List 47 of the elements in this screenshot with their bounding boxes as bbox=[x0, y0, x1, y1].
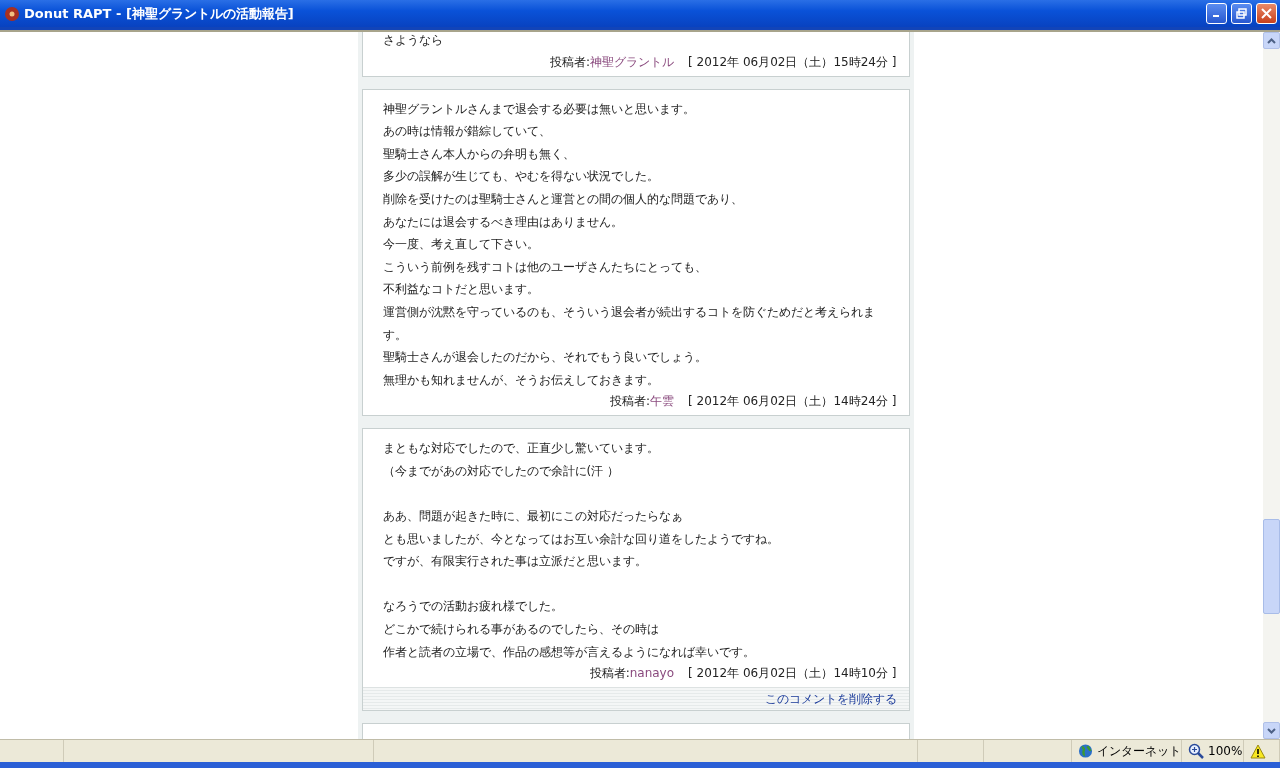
comment-text: 作者と読者の立場で、作品の感想等が言えるようになれば幸いです。 bbox=[382, 643, 756, 661]
author-link[interactable]: 神聖グラントル bbox=[590, 51, 675, 72]
comment-text: ですが、有限実行された事は立派だと思います。 bbox=[382, 553, 648, 571]
author-label: 投稿者: bbox=[610, 393, 651, 411]
scroll-up-button[interactable] bbox=[1263, 32, 1280, 49]
comment-text: 聖騎士さんが退会したのだから、それでもう良いでしょう。 bbox=[382, 349, 708, 367]
post-timestamp: [ 2012年 06月02日（土）15時24分 ] bbox=[688, 53, 897, 71]
minimize-button[interactable] bbox=[1206, 3, 1227, 24]
close-icon bbox=[1261, 8, 1272, 19]
comment-text: どこかで続けられる事があるのでしたら、その時は bbox=[382, 621, 660, 639]
comment-text: 聖騎士さん本人からの弁明も無く、 bbox=[382, 145, 576, 163]
scroll-down-button[interactable] bbox=[1263, 722, 1280, 739]
comment-text: ああ、問題が起きた時に、最初にこの対応だったらなぁ bbox=[382, 508, 684, 526]
comment-text: 無理かも知れませんが、そうお伝えしておきます。 bbox=[382, 371, 660, 389]
restore-icon bbox=[1236, 8, 1247, 19]
zoom-icon[interactable] bbox=[1188, 743, 1204, 759]
scroll-thumb[interactable] bbox=[1263, 519, 1280, 614]
comment-text: なろうでの活動お疲れ様でした。 bbox=[382, 598, 564, 616]
author-label: 投稿者: bbox=[589, 665, 630, 683]
delete-comment-link[interactable]: このコメントを削除する bbox=[764, 690, 897, 708]
author-link[interactable]: nanayo bbox=[629, 663, 675, 684]
comment-text: 運営側が沈黙を守っているのも、そういう退会者が続出するコトを防ぐためだと考えられます。 bbox=[382, 303, 876, 344]
comment-text: さようなら bbox=[382, 32, 444, 49]
scrollbar[interactable] bbox=[1263, 32, 1280, 739]
comment-text: まともな対応でしたので、正直少し驚いています。 bbox=[382, 440, 660, 458]
comment-text: あなたには退会するべき理由はありません。 bbox=[382, 213, 624, 231]
comment-text: 今一度、考え直して下さい。 bbox=[382, 236, 540, 254]
warning-icon[interactable] bbox=[1250, 743, 1266, 759]
donut-logo-icon bbox=[4, 5, 20, 22]
zoom-level[interactable]: 100% bbox=[1208, 744, 1243, 758]
close-button[interactable] bbox=[1256, 3, 1277, 24]
post-timestamp: [ 2012年 06月02日（土）14時10分 ] bbox=[688, 665, 897, 683]
comment-text: こういう前例を残すコトは他のユーザさんたちにとっても、 bbox=[382, 258, 708, 276]
zone-label: インターネット bbox=[1097, 742, 1181, 760]
window-title: Donut RAPT - [神聖グラントルの活動報告] bbox=[24, 4, 295, 23]
comment-text: とも思いましたが、今となってはお互い余計な回り道をしたようですね。 bbox=[382, 530, 780, 548]
author-link[interactable]: 午雲 bbox=[650, 391, 675, 412]
comment-text: 不利益なコトだと思います。 bbox=[382, 281, 540, 299]
comment-text: （今までがあの対応でしたので余計に(汗 ） bbox=[382, 462, 620, 480]
comment-text: 削除を受けたのは聖騎士さんと運営との間の個人的な問題であり、 bbox=[382, 190, 744, 208]
comment-text: 神聖グラントルさんまで退会する必要は無いと思います。 bbox=[382, 100, 696, 118]
comment-text: あの時は情報が錯綜していて、 bbox=[382, 123, 552, 141]
restore-button[interactable] bbox=[1231, 3, 1252, 24]
comment-text: 多少の誤解が生じても、やむを得ない状況でした。 bbox=[382, 168, 660, 186]
author-label: 投稿者: bbox=[550, 53, 591, 71]
post-timestamp: [ 2012年 06月02日（土）14時24分 ] bbox=[688, 393, 897, 411]
globe-icon bbox=[1078, 743, 1093, 759]
